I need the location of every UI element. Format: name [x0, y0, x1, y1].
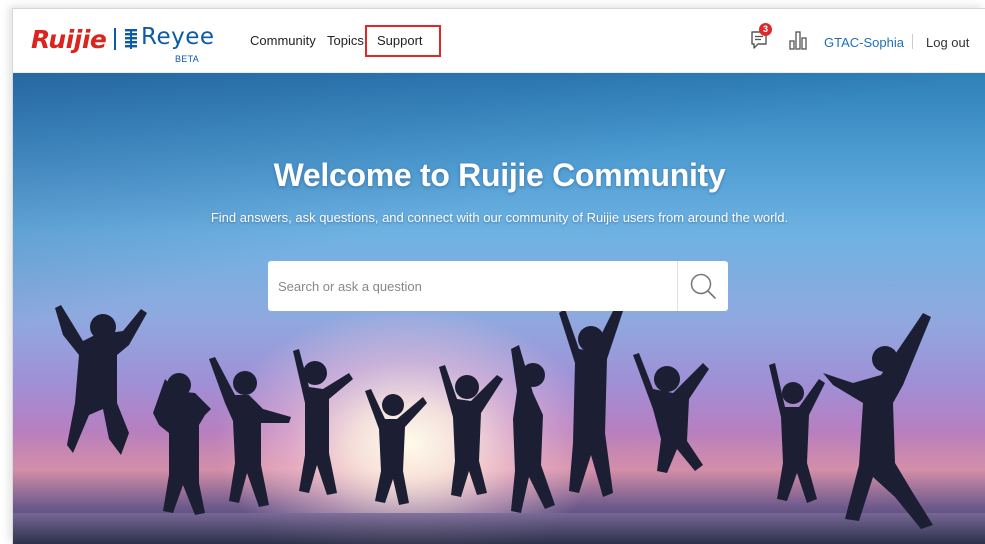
logo-divider: [114, 28, 116, 50]
search-icon[interactable]: [678, 261, 728, 311]
hero-title: Welcome to Ruijie Community: [273, 157, 726, 193]
search-input[interactable]: [268, 261, 676, 311]
hero-banner: Welcome to Ruijie Community Find answers…: [13, 73, 985, 544]
user-divider: [912, 34, 913, 49]
nav-community[interactable]: Community: [250, 33, 316, 48]
reyee-logo[interactable]: Reyee: [141, 24, 215, 50]
reyee-mark-icon: [125, 29, 137, 49]
notification-badge: 3: [759, 23, 772, 36]
nav-topics[interactable]: Topics: [327, 33, 364, 48]
ruijie-logo[interactable]: Ruijie: [31, 25, 107, 54]
nav-support[interactable]: Support: [365, 25, 441, 57]
beta-label: BETA: [175, 54, 200, 64]
site-header: Ruijie Reyee BETA Community Topics Suppo…: [13, 9, 985, 73]
browser-page: Ruijie Reyee BETA Community Topics Suppo…: [12, 8, 985, 544]
logout-link[interactable]: Log out: [926, 35, 969, 50]
bar-chart-icon[interactable]: [787, 29, 809, 51]
search-bar: [268, 261, 728, 311]
hero-subtitle: Find answers, ask questions, and connect…: [210, 210, 789, 225]
user-name-link[interactable]: GTAC-Sophia: [824, 35, 904, 50]
